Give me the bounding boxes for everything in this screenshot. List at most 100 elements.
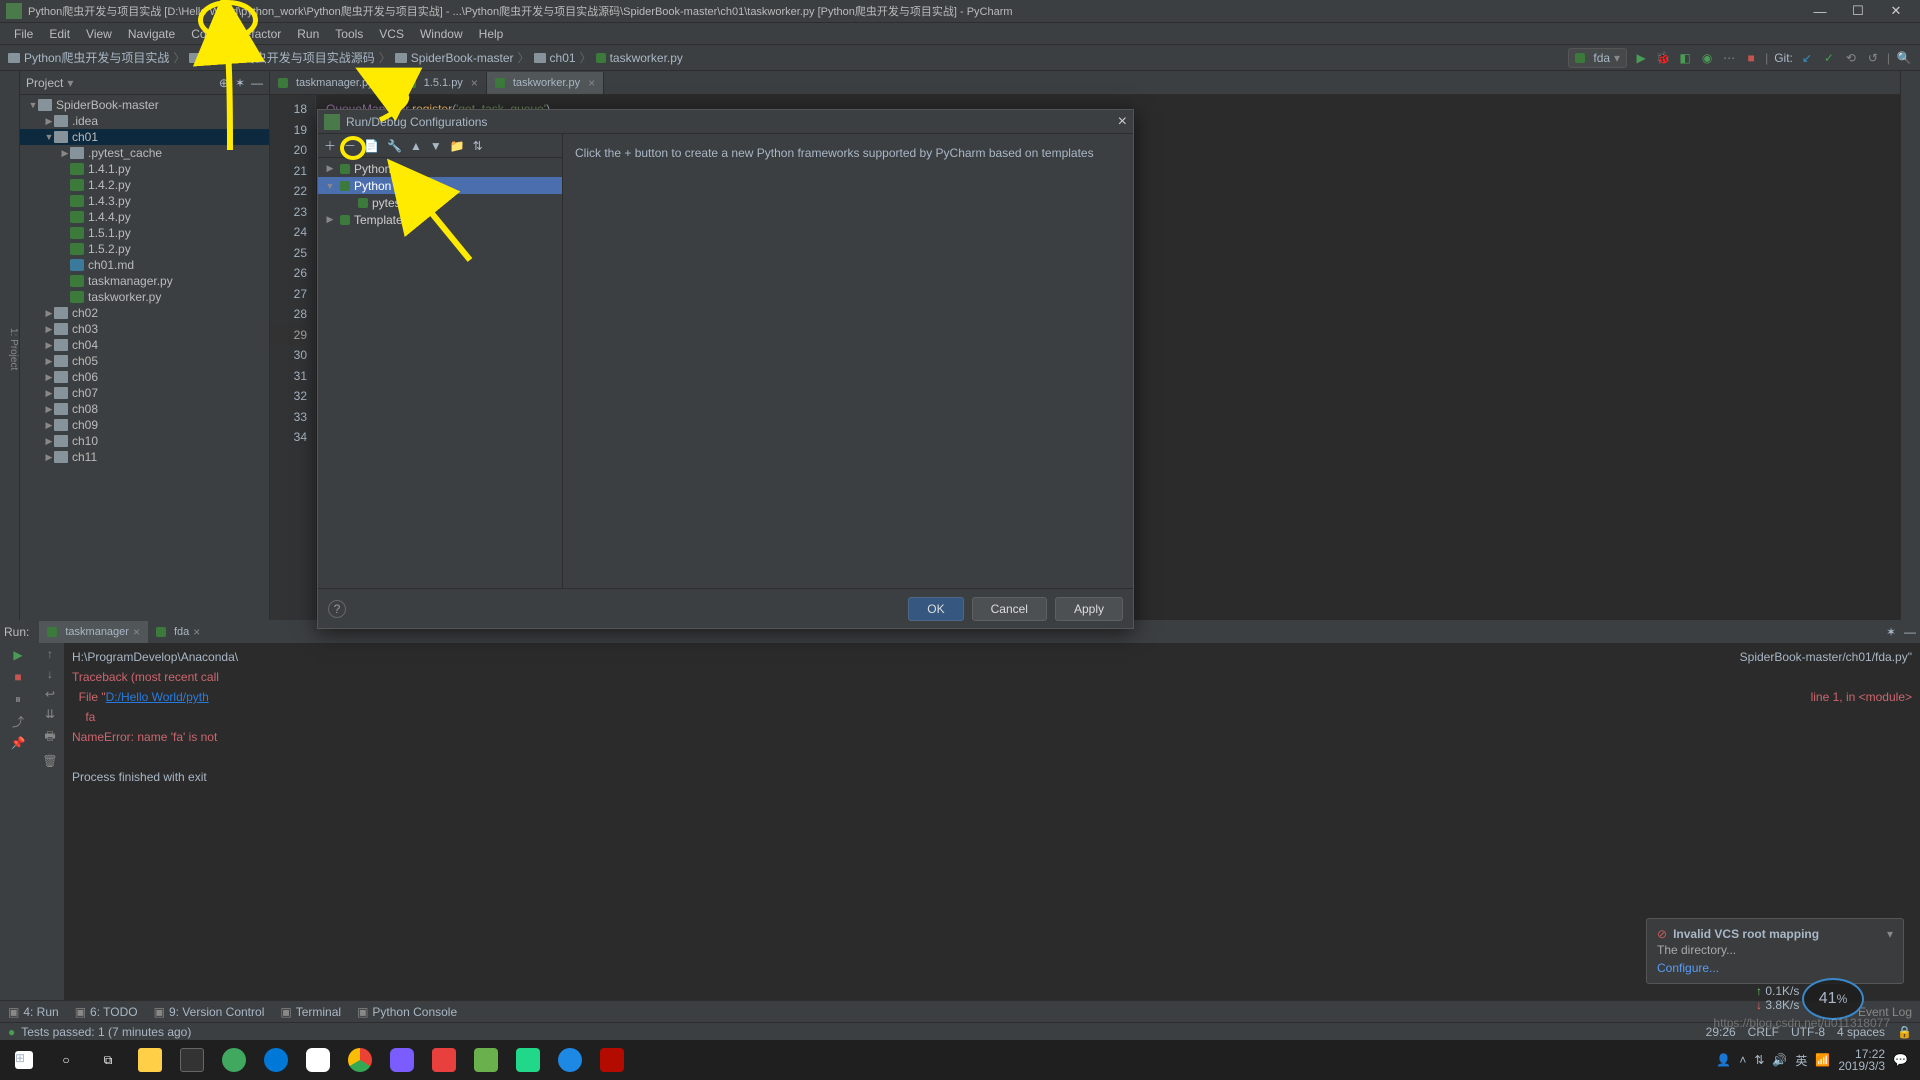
tree-node[interactable]: ▶ch03 <box>20 321 269 337</box>
tree-node[interactable]: ▶ch06 <box>20 369 269 385</box>
explorer-icon[interactable] <box>130 1040 170 1080</box>
lock-icon[interactable]: 🔒 <box>1897 1025 1912 1039</box>
wrap-icon[interactable]: ↩ <box>45 687 55 701</box>
tree-node[interactable]: ▶ch04 <box>20 337 269 353</box>
attach-icon[interactable]: ⋯ <box>1721 50 1737 66</box>
app-icon-3[interactable] <box>382 1040 422 1080</box>
run-hide-icon[interactable]: — <box>1904 625 1916 639</box>
tray-ime-icon[interactable]: 英 <box>1795 1052 1807 1069</box>
app-icon-6[interactable] <box>550 1040 590 1080</box>
notif-configure-link[interactable]: Configure... <box>1657 961 1893 975</box>
clock[interactable]: 17:22 2019/3/3 <box>1838 1048 1885 1072</box>
calc-icon[interactable] <box>172 1040 212 1080</box>
menu-view[interactable]: View <box>78 27 120 41</box>
breadcrumb-item[interactable]: taskworker.py <box>596 51 683 65</box>
cancel-button[interactable]: Cancel <box>972 597 1047 621</box>
menu-tools[interactable]: Tools <box>327 27 371 41</box>
run-icon[interactable]: ▶ <box>1633 50 1649 66</box>
breadcrumb-item[interactable]: Python爬虫开发与项目实战 <box>8 49 169 66</box>
remove-config-icon[interactable]: － <box>344 137 356 154</box>
edit-config-icon[interactable]: 🔧 <box>387 139 402 153</box>
menu-file[interactable]: File <box>6 27 41 41</box>
config-node[interactable]: ▶Templates <box>318 211 562 228</box>
app-icon-5[interactable] <box>466 1040 506 1080</box>
tray-up-icon[interactable]: ˄ <box>1739 1053 1746 1067</box>
ok-button[interactable]: OK <box>908 597 963 621</box>
sort-config-icon[interactable]: ⇅ <box>473 139 483 153</box>
up-config-icon[interactable]: ▲ <box>410 139 422 153</box>
notification-center-icon[interactable]: 💬 <box>1893 1053 1908 1067</box>
app-icon-1[interactable] <box>214 1040 254 1080</box>
app-icon-4[interactable] <box>424 1040 464 1080</box>
menu-help[interactable]: Help <box>471 27 512 41</box>
run-tab[interactable]: taskmanager × <box>39 621 148 643</box>
exit-icon[interactable]: ⤴ <box>8 713 28 729</box>
add-config-icon[interactable]: ＋ <box>324 137 336 154</box>
tree-node[interactable]: taskworker.py <box>20 289 269 305</box>
tree-node[interactable]: ch01.md <box>20 257 269 273</box>
tree-node[interactable]: ▶ch10 <box>20 433 269 449</box>
up-icon[interactable]: ↑ <box>47 647 53 661</box>
network-widget[interactable]: ↑ 0.1K/s ↓ 3.8K/s 41% <box>1802 978 1864 1020</box>
help-icon[interactable]: ? <box>328 600 346 618</box>
git-revert-icon[interactable]: ↺ <box>1865 50 1881 66</box>
settings-icon[interactable]: ✶ <box>235 76 245 90</box>
locate-icon[interactable]: ⊕ <box>219 76 229 90</box>
app-icon-2[interactable] <box>298 1040 338 1080</box>
down-config-icon[interactable]: ▼ <box>430 139 442 153</box>
breadcrumb-item[interactable]: ch01 <box>534 51 576 65</box>
project-tree[interactable]: ▼SpiderBook-master▶.idea▼ch01▶.pytest_ca… <box>20 95 269 620</box>
cortana-icon[interactable]: ○ <box>46 1040 86 1080</box>
pin-icon[interactable]: 📌 <box>8 735 28 751</box>
collapse-icon[interactable]: — <box>251 76 263 90</box>
breadcrumb-item[interactable]: SpiderBook-master <box>395 51 514 65</box>
git-update-icon[interactable]: ↙ <box>1799 50 1815 66</box>
tree-node[interactable]: 1.4.3.py <box>20 193 269 209</box>
copy-config-icon[interactable]: 📄 <box>364 139 379 153</box>
tray-net-icon[interactable]: ⇅ <box>1754 1053 1764 1067</box>
tree-node[interactable]: taskmanager.py <box>20 273 269 289</box>
tree-node[interactable]: ▶ch08 <box>20 401 269 417</box>
pause-icon[interactable]: ⏸ <box>8 691 28 707</box>
stop-icon[interactable]: ■ <box>1743 50 1759 66</box>
coverage-icon[interactable]: ◧ <box>1677 50 1693 66</box>
search-icon[interactable]: 🔍 <box>1896 50 1912 66</box>
dialog-close-icon[interactable]: × <box>1118 113 1127 131</box>
rerun-icon[interactable]: ▶ <box>8 647 28 663</box>
tree-node[interactable]: ▶ch05 <box>20 353 269 369</box>
run-tab[interactable]: fda × <box>148 621 208 643</box>
menu-navigate[interactable]: Navigate <box>120 27 183 41</box>
menu-code[interactable]: Code <box>183 27 228 41</box>
git-history-icon[interactable]: ⟲ <box>1843 50 1859 66</box>
start-button[interactable]: ⊞ <box>4 1040 44 1080</box>
config-node[interactable]: pytest for <box>318 194 562 211</box>
config-node[interactable]: ▼Python tests <box>318 177 562 194</box>
tree-node[interactable]: 1.5.2.py <box>20 241 269 257</box>
bottom-4-run[interactable]: ▣ 4: Run <box>8 1005 59 1019</box>
tree-node[interactable]: 1.5.1.py <box>20 225 269 241</box>
chrome-icon[interactable] <box>340 1040 380 1080</box>
tree-node[interactable]: 1.4.1.py <box>20 161 269 177</box>
bottom-terminal[interactable]: ▣ Terminal <box>280 1005 341 1019</box>
tree-node[interactable]: ▶ch11 <box>20 449 269 465</box>
menu-edit[interactable]: Edit <box>41 27 78 41</box>
notification-balloon[interactable]: ⊘Invalid VCS root mapping▾ The directory… <box>1646 918 1904 984</box>
tree-node[interactable]: ▶ch07 <box>20 385 269 401</box>
run-settings-icon[interactable]: ✶ <box>1886 625 1896 639</box>
close-button[interactable]: ✕ <box>1878 1 1914 21</box>
debug-icon[interactable]: 🐞 <box>1655 50 1671 66</box>
menu-run[interactable]: Run <box>289 27 327 41</box>
config-tree[interactable]: ▶Python▼Python testspytest for▶Templates <box>318 158 562 588</box>
menu-window[interactable]: Window <box>412 27 471 41</box>
tree-node[interactable]: ▶ch09 <box>20 417 269 433</box>
git-commit-icon[interactable]: ✓ <box>1821 50 1837 66</box>
tree-node[interactable]: 1.4.4.py <box>20 209 269 225</box>
editor-tab[interactable]: taskworker.py× <box>487 72 604 94</box>
trash-icon[interactable]: 🗑 <box>42 754 57 768</box>
menu-vcs[interactable]: VCS <box>371 27 412 41</box>
tray-wifi-icon[interactable]: 📶 <box>1815 1053 1830 1067</box>
apply-button[interactable]: Apply <box>1055 597 1123 621</box>
tree-node[interactable]: ▼ch01 <box>20 129 269 145</box>
menu-refactor[interactable]: Refactor <box>228 27 289 41</box>
folder-config-icon[interactable]: 📁 <box>450 139 465 153</box>
